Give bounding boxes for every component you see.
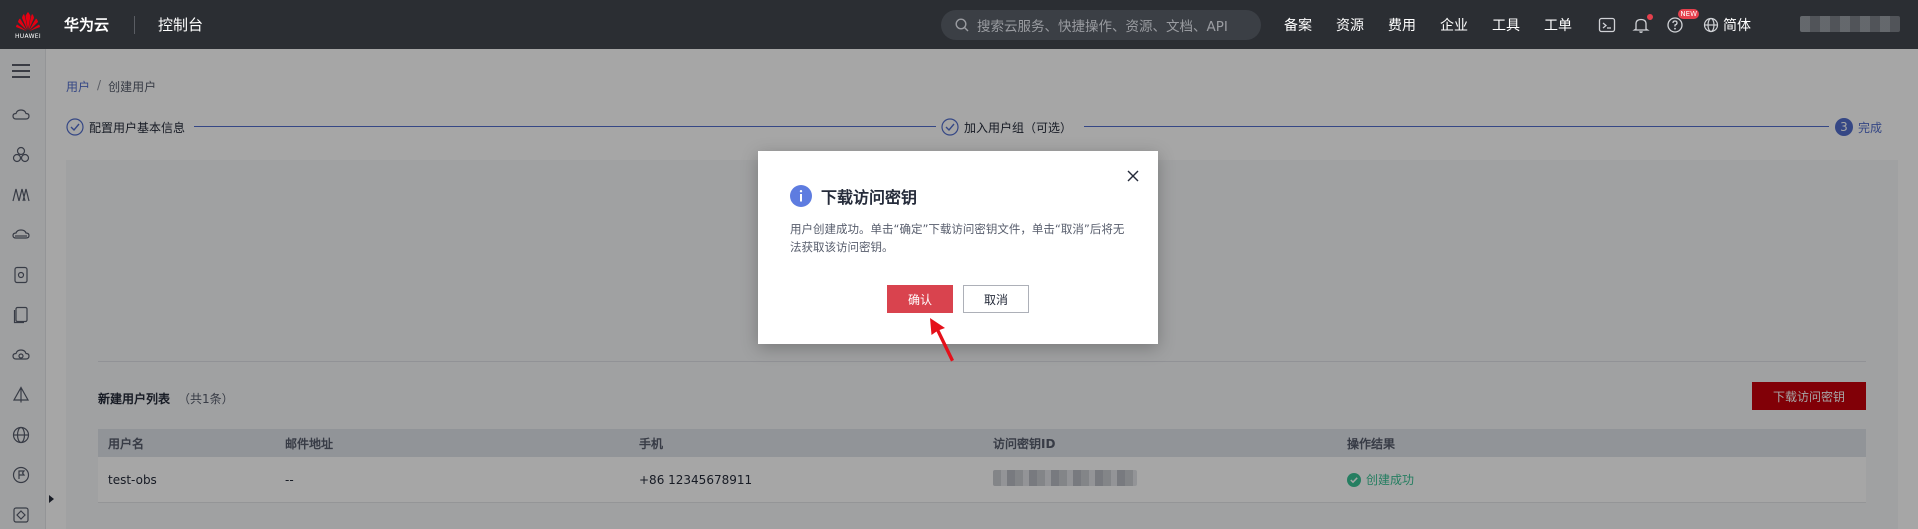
- terminal-icon[interactable]: [1597, 15, 1617, 35]
- topbar-tools: NEW 简体: [1597, 0, 1751, 49]
- info-icon: [790, 185, 812, 207]
- search-icon: [955, 18, 969, 32]
- new-badge: NEW: [1678, 8, 1699, 19]
- nav-tickets[interactable]: 工单: [1544, 15, 1572, 35]
- search-placeholder: 搜索云服务、快捷操作、资源、文档、API: [977, 19, 1228, 35]
- user-account-menu[interactable]: [1800, 16, 1900, 32]
- nav-billing[interactable]: 费用: [1388, 15, 1416, 35]
- language-label: 简体: [1723, 17, 1751, 34]
- bell-icon[interactable]: [1631, 13, 1653, 35]
- dialog-header: 下载访问密钥: [790, 184, 917, 208]
- logo-text: HUAWEI: [15, 32, 41, 40]
- dialog-title: 下载访问密钥: [821, 188, 918, 207]
- notification-dot: [1647, 13, 1653, 20]
- confirm-button[interactable]: 确认: [887, 285, 953, 313]
- nav-resources[interactable]: 资源: [1336, 15, 1364, 35]
- global-search-input[interactable]: 搜索云服务、快捷操作、资源、文档、API: [941, 10, 1261, 40]
- annotation-arrow-icon: [930, 318, 954, 362]
- globe-icon: [1703, 17, 1719, 32]
- language-switch[interactable]: 简体: [1703, 15, 1751, 35]
- dialog-message: 用户创建成功。单击“确定”下载访问密钥文件，单击“取消”后将无法获取该访问密钥。: [790, 222, 1125, 254]
- topbar-divider: [134, 15, 136, 34]
- nav-enterprise[interactable]: 企业: [1440, 15, 1468, 35]
- close-icon[interactable]: [1126, 169, 1140, 183]
- huawei-logo-icon: [16, 11, 40, 31]
- nav-beian[interactable]: 备案: [1284, 15, 1312, 35]
- top-bar: HUAWEI 华为云 控制台 搜索云服务、快捷操作、资源、文档、API 备案 资…: [0, 0, 1918, 49]
- top-nav: 备案 资源 费用 企业 工具 工单: [1284, 0, 1596, 49]
- cancel-button[interactable]: 取消: [963, 285, 1029, 313]
- huawei-logo[interactable]: HUAWEI: [0, 0, 56, 49]
- help-icon[interactable]: NEW: [1665, 8, 1699, 35]
- brand-name[interactable]: 华为云: [64, 14, 109, 35]
- console-link[interactable]: 控制台: [158, 14, 203, 35]
- nav-tools[interactable]: 工具: [1492, 15, 1520, 35]
